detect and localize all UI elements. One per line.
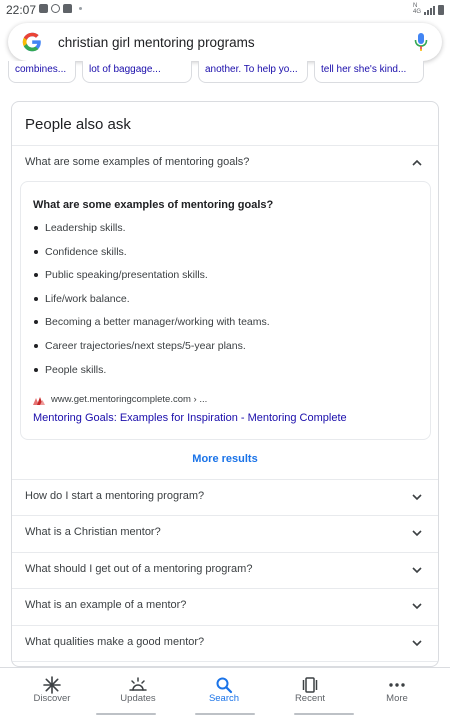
microphone-icon[interactable]	[408, 23, 434, 61]
recent-icon	[302, 677, 318, 693]
signal-icon	[424, 5, 435, 15]
updates-icon	[129, 677, 147, 691]
answer-box: What are some examples of mentoring goal…	[20, 181, 431, 440]
chevron-down-icon[interactable]	[411, 637, 423, 649]
status-system-icons: N 4G	[413, 3, 444, 15]
chevron-down-icon[interactable]	[411, 527, 423, 539]
chevron-down-icon[interactable]	[411, 564, 423, 576]
nav-label: More	[386, 693, 408, 704]
paa-question[interactable]: How do I start a mentoring program?	[12, 479, 438, 515]
carousel-card-text: another. To help yo...	[205, 64, 298, 75]
gesture-bar	[195, 713, 255, 715]
chevron-down-icon[interactable]	[411, 491, 423, 503]
search-bar[interactable]: christian girl mentoring programs	[8, 23, 442, 61]
question-text: What is an example of a mentor?	[25, 599, 187, 611]
nav-label: Updates	[120, 693, 156, 704]
list-item: Leadership skills.	[33, 220, 270, 244]
google-logo-icon[interactable]	[14, 23, 50, 61]
divider	[12, 661, 438, 662]
carousel-card[interactable]: another. To help yo...	[198, 61, 308, 83]
list-item: Life/work balance.	[33, 291, 270, 315]
list-item: Confidence skills.	[33, 244, 270, 268]
question-text: How do I start a mentoring program?	[25, 490, 205, 502]
more-notifications-icon	[79, 7, 82, 10]
nav-label: Search	[208, 693, 240, 704]
paa-question-expanded[interactable]: What are some examples of mentoring goal…	[12, 145, 438, 181]
paa-question[interactable]: What qualities make a good mentor?	[12, 625, 438, 661]
question-text: What qualities make a good mentor?	[25, 636, 205, 648]
status-notification-icons	[39, 4, 82, 13]
site-favicon-icon	[33, 396, 45, 405]
list-item: Career trajectories/next steps/5-year pl…	[33, 338, 270, 362]
nav-item-discover[interactable]: Discover	[7, 668, 97, 720]
paa-question[interactable]: What should I get out of a mentoring pro…	[12, 552, 438, 588]
video-notification-icon	[39, 4, 48, 13]
app-notification-icon	[51, 4, 60, 13]
status-bar: 22:07 N 4G	[0, 0, 450, 20]
gesture-bar	[96, 713, 156, 715]
chevron-down-icon[interactable]	[411, 600, 423, 612]
more-results-button[interactable]: More results	[12, 453, 438, 465]
source-row: www.get.mentoringcomplete.com › ...	[33, 394, 207, 405]
question-text: What is a Christian mentor?	[25, 526, 161, 538]
question-text: What are some examples of mentoring goal…	[25, 156, 250, 168]
nav-item-more[interactable]: More	[352, 668, 442, 720]
carousel-card-text: tell her she's kind...	[321, 64, 407, 75]
people-also-ask-card: People also ask What are some examples o…	[11, 101, 439, 667]
list-item: People skills.	[33, 362, 270, 386]
answer-title: What are some examples of mentoring goal…	[33, 199, 274, 211]
results-carousel: combines... lot of baggage... another. T…	[0, 61, 450, 87]
nav-label: Recent	[294, 693, 326, 704]
carousel-card-text: lot of baggage...	[89, 64, 161, 75]
paa-question[interactable]: What is a Christian mentor?	[12, 515, 438, 551]
search-input[interactable]: christian girl mentoring programs	[58, 35, 408, 50]
battery-icon	[438, 5, 444, 15]
search-icon	[216, 677, 233, 694]
source-link[interactable]: Mentoring Goals: Examples for Inspiratio…	[33, 412, 347, 424]
list-item: Public speaking/presentation skills.	[33, 267, 270, 291]
shopping-bag-icon	[63, 4, 72, 13]
source-url: www.get.mentoringcomplete.com › ...	[51, 394, 208, 405]
gesture-bar	[294, 713, 354, 715]
answer-list: Leadership skills. Confidence skills. Pu…	[33, 220, 270, 385]
chevron-up-icon[interactable]	[411, 157, 423, 169]
carousel-card[interactable]: combines...	[8, 61, 76, 83]
more-dots-icon	[389, 683, 405, 687]
nav-label: Discover	[33, 693, 71, 704]
people-also-ask-heading: People also ask	[25, 116, 131, 133]
paa-question[interactable]: What is an example of a mentor?	[12, 588, 438, 624]
carousel-card[interactable]: tell her she's kind...	[314, 61, 424, 83]
nfc-icon: N 4G	[412, 3, 421, 15]
asterisk-icon	[43, 676, 61, 694]
list-item: Becoming a better manager/working with t…	[33, 314, 270, 338]
question-text: What should I get out of a mentoring pro…	[25, 563, 253, 575]
carousel-card[interactable]: lot of baggage...	[82, 61, 192, 83]
carousel-card-text: combines...	[15, 64, 67, 75]
status-time: 22:07	[6, 3, 37, 17]
